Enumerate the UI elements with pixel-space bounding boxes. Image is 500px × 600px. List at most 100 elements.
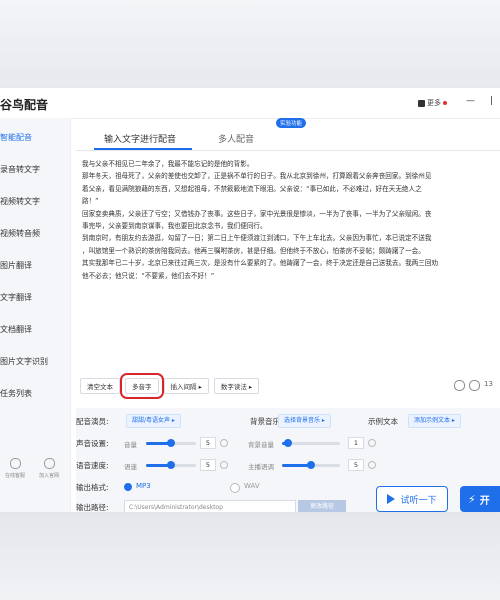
tab-multi-voice[interactable]: 多人配音 — [218, 132, 254, 145]
bgm-select[interactable]: 选择背景音乐 ▸ — [278, 414, 331, 428]
volume-label: 音量 — [124, 441, 137, 449]
volume-info-icon — [220, 439, 228, 447]
play-icon — [387, 494, 396, 504]
more-menu[interactable]: 更多 — [418, 98, 447, 108]
voice-actor-label: 配音演员: — [76, 417, 109, 426]
volume-value[interactable]: 5 — [200, 437, 216, 449]
editor-line: 到南京时，有朋友约去游逛，勾留了一日；第二日上午便须渡江到浦口，下午上车北去。父… — [82, 234, 432, 243]
tab-bar: 输入文字进行配音 多人配音 — [76, 128, 500, 151]
active-tab-indicator — [94, 148, 192, 150]
pitch-info-icon — [368, 461, 376, 469]
char-count: 13 — [484, 380, 493, 388]
slider-knob[interactable] — [283, 439, 292, 447]
start-label: 开 — [479, 495, 490, 507]
minimize-button[interactable]: — — [466, 96, 475, 106]
tab-text-dubbing[interactable]: 输入文字进行配音 — [104, 132, 176, 145]
insert-pause-button[interactable]: 插入间隔 ▸ — [163, 378, 209, 394]
sidebar-item-label: 视频转音频 — [0, 229, 40, 238]
pitch-slider[interactable] — [282, 461, 340, 469]
speed-row-label: 语音速度: — [76, 461, 109, 470]
number-reading-button[interactable]: 数字读法 ▸ — [213, 378, 260, 394]
listen-label: 试听一下 — [400, 495, 437, 506]
sidebar-item-image-translate[interactable]: 图片翻译 — [0, 256, 70, 276]
sidebar-item-smart-dubbing[interactable]: 智能配音 — [0, 128, 70, 148]
output-path-field[interactable]: C:\Users\Administrator\desktop — [124, 500, 296, 512]
bg-volume-value[interactable]: 1 — [348, 437, 364, 449]
sidebar-item-video-to-audio[interactable]: 视频转音频 — [0, 224, 70, 244]
editor-line: 其实我那年已二十岁，北京已来往过两三次，是没有什么要紧的了。他踌躇了一会，终于决… — [82, 259, 439, 268]
online-service-button[interactable]: 在线客服 — [0, 458, 30, 479]
more-label: 更多 — [427, 99, 441, 107]
editor-toolbar: 清空文本 多音字 插入间隔 ▸ 数字读法 ▸ — [80, 373, 260, 399]
clear-text-button[interactable]: 清空文本 — [80, 378, 120, 394]
bg-volume-info-icon — [368, 439, 376, 447]
polyphone-button[interactable]: 多音字 — [120, 373, 164, 399]
sidebar-item-label: 图片文字识别 — [0, 357, 48, 366]
undo-icon[interactable] — [454, 380, 465, 391]
sidebar-item-video-to-text[interactable]: 视频转文字 — [0, 192, 70, 212]
sidebar-item-label: 文档翻译 — [0, 325, 32, 334]
editor-line: 事完毕，父亲要到南京谋事，我也要回北京念书，我们便同行。 — [82, 222, 267, 231]
start-button[interactable]: ⚡ 开 — [460, 486, 500, 512]
slider-knob[interactable] — [167, 461, 175, 469]
bg-volume-slider[interactable] — [282, 439, 340, 447]
wav-label: WAV — [244, 482, 260, 490]
editor-line: 回家变卖典质，父亲还了亏空；又借钱办了丧事。这些日子，家中光景很是惨淡，一半为了… — [82, 209, 432, 218]
mp3-radio[interactable] — [124, 483, 132, 491]
blurred-background-bottom — [0, 512, 500, 600]
example-text-label: 示例文本 — [368, 417, 398, 426]
sidebar-item-audio-to-text[interactable]: 录音转文字 — [0, 160, 70, 180]
sidebar-item-label: 智能配音 — [0, 133, 32, 142]
change-path-button[interactable]: 更改路径 — [298, 500, 346, 512]
volume-slider[interactable] — [146, 439, 196, 447]
close-button[interactable]: | — [490, 96, 493, 106]
bgm-label: 背景音乐 — [250, 417, 280, 426]
editor-line: 那年冬天，祖母死了，父亲的差使也交卸了，正是祸不单行的日子。我从北京到徐州，打算… — [82, 172, 432, 181]
example-text-select[interactable]: 添加示例文本 ▸ — [408, 414, 461, 428]
help-icon[interactable] — [469, 380, 480, 391]
slider-knob[interactable] — [307, 461, 315, 469]
pitch-label: 主播语调 — [248, 463, 274, 471]
mp3-label: MP3 — [136, 482, 151, 490]
path-label: 输出路径: — [76, 503, 109, 512]
notification-dot — [443, 101, 447, 105]
beta-badge: 实验功能 — [276, 118, 307, 128]
editor-line: 我与父亲不相见已二年余了，我最不能忘记的是他的背影。 — [82, 160, 254, 168]
settings-panel: 配音演员: 甜甜/粤语女声 ▸ 背景音乐 选择背景音乐 ▸ 示例文本 添加示例文… — [76, 408, 500, 512]
sidebar-item-label: 任务列表 — [0, 389, 32, 398]
app-window: 谷鸟配音 更多 — | 智能配音 录音转文字 视频转文字 视频转音频 图片翻译 … — [0, 88, 500, 512]
speed-label: 语速 — [124, 463, 137, 471]
listen-button[interactable]: 试听一下 — [376, 486, 448, 512]
editor-tool-icons: 13 — [454, 380, 493, 391]
slider-knob[interactable] — [167, 439, 175, 447]
editor-line: ，叫旅馆里一个熟识的茶房陪我同去。他再三嘱咐茶房，甚是仔细。但他终于不放心，怕茶… — [82, 246, 425, 255]
official-site-button[interactable]: 加入官网 — [34, 458, 64, 479]
editor-line: 着父亲，看见满院狼藉的东西，又想起祖母，不禁簌簌地流下眼泪。父亲说：“事已如此，… — [82, 184, 422, 193]
app-title: 谷鸟配音 — [0, 98, 49, 112]
sidebar-item-label: 视频转文字 — [0, 197, 40, 206]
bg-volume-label: 背景音量 — [248, 441, 274, 449]
text-editor[interactable]: 我与父亲不相见已二年余了，我最不能忘记的是他的背影。 那年冬天，祖母死了，父亲的… — [82, 158, 500, 370]
sidebar-item-text-translate[interactable]: 文字翻译 — [0, 288, 70, 308]
speed-slider[interactable] — [146, 461, 196, 469]
title-bar: 谷鸟配音 更多 — | — [0, 88, 500, 119]
blurred-background-top — [0, 0, 500, 88]
voice-actor-select[interactable]: 甜甜/粤语女声 ▸ — [126, 414, 181, 428]
volume-row-label: 声音设置: — [76, 439, 109, 448]
stack-icon — [418, 99, 425, 107]
sidebar-item-label: 文字翻译 — [0, 293, 32, 302]
sidebar-item-document-translate[interactable]: 文档翻译 — [0, 320, 70, 340]
speed-value[interactable]: 5 — [200, 459, 216, 471]
sidebar-item-image-ocr[interactable]: 图片文字识别 — [0, 352, 70, 372]
sidebar-item-label: 图片翻译 — [0, 261, 32, 270]
pitch-value[interactable]: 5 — [348, 459, 364, 471]
sidebar-item-label: 录音转文字 — [0, 165, 40, 174]
bolt-icon: ⚡ — [468, 492, 476, 506]
wav-radio[interactable] — [230, 483, 240, 493]
format-label: 输出格式: — [76, 483, 109, 492]
official-site-label: 加入官网 — [38, 473, 59, 479]
service-icon — [9, 458, 21, 469]
sidebar-item-task-list[interactable]: 任务列表 — [0, 384, 70, 404]
editor-line: 路！” — [82, 197, 99, 206]
main-panel: 输入文字进行配音 多人配音 实验功能 我与父亲不相见已二年余了，我最不能忘记的是… — [76, 118, 500, 512]
